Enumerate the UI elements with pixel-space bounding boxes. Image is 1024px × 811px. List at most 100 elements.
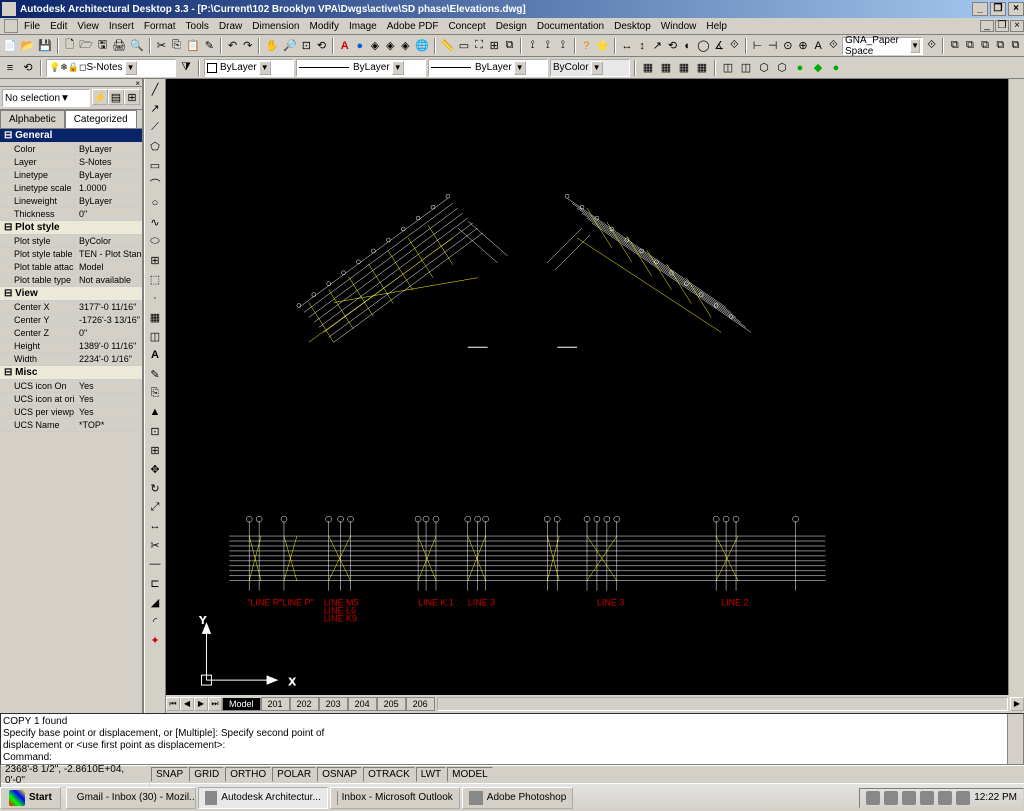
prop-row[interactable]: LinetypeByLayer [0, 169, 142, 182]
print-icon[interactable]: 🖨 [111, 38, 127, 54]
help-icon[interactable]: ? [580, 38, 593, 54]
zoom-rt-icon[interactable]: 🔎 [282, 38, 298, 54]
status-osnap[interactable]: OSNAP [317, 767, 362, 782]
tab-next-icon[interactable]: ▶ [194, 697, 208, 711]
mdi-minimize[interactable]: _ [980, 20, 994, 32]
match-icon[interactable]: ✎ [203, 38, 216, 54]
offset-icon[interactable]: ⊡ [147, 423, 163, 439]
status-otrack[interactable]: OTRACK [363, 767, 415, 782]
quickselect-icon[interactable]: ⚡ [92, 89, 108, 105]
system-tray[interactable]: 12:22 PM [859, 788, 1024, 808]
taskbar-task[interactable]: Adobe Photoshop [462, 787, 574, 809]
3d2-icon[interactable]: ◫ [738, 60, 754, 76]
prop-row[interactable]: UCS icon at originYes [0, 393, 142, 406]
vp1-icon[interactable]: ▦ [640, 60, 656, 76]
prop-icon[interactable]: ⛶ [473, 38, 486, 54]
dc-icon[interactable]: ⊞ [488, 38, 501, 54]
prop-row[interactable]: Linetype scale1.0000 [0, 182, 142, 195]
status-snap[interactable]: SNAP [151, 767, 188, 782]
3d5-icon[interactable]: ● [792, 60, 808, 76]
stretch-icon[interactable]: ↔ [147, 518, 163, 534]
layer-prev-icon[interactable]: ⟲ [20, 60, 36, 76]
ellipse-icon[interactable]: ⬭ [147, 233, 163, 249]
prop-group[interactable]: ⊟ Plot style [0, 221, 142, 235]
area-icon[interactable]: ▭ [457, 38, 470, 54]
tab-model[interactable]: Model [222, 698, 261, 711]
dim4-icon[interactable]: ⟲ [666, 38, 679, 54]
prop-row[interactable]: LineweightByLayer [0, 195, 142, 208]
lineweight-combo[interactable]: ByLayer▼ [428, 59, 548, 77]
prop-row[interactable]: Center Y-1726'-3 13/16" [0, 314, 142, 327]
mdi-restore[interactable]: ❐ [995, 20, 1009, 32]
region-icon[interactable]: ◫ [147, 328, 163, 344]
3d3-icon[interactable]: ⬡ [756, 60, 772, 76]
tray-icon-6[interactable] [956, 791, 970, 805]
prop-row[interactable]: Plot table typeNot available [0, 274, 142, 287]
tray-icon-4[interactable] [920, 791, 934, 805]
explode-icon[interactable]: ✦ [147, 632, 163, 648]
prop-row[interactable]: Width2234'-0 1/16" [0, 353, 142, 366]
erase-icon[interactable]: ✎ [147, 366, 163, 382]
fillet-icon[interactable]: ◜ [147, 613, 163, 629]
rect-icon[interactable]: ▭ [147, 157, 163, 173]
dist-icon[interactable]: 📏 [440, 38, 456, 54]
3d1-icon[interactable]: ◫ [720, 60, 736, 76]
prop-row[interactable]: Plot table attachedModel [0, 261, 142, 274]
tab-categorized[interactable]: Categorized [65, 110, 137, 128]
prop-group[interactable]: ⊟ Misc [0, 366, 142, 380]
adobe2-icon[interactable]: ◈ [384, 38, 397, 54]
mdi-close[interactable]: × [1010, 20, 1024, 32]
prop-row[interactable]: UCS icon OnYes [0, 380, 142, 393]
paperspace-combo[interactable]: GNA_Paper Space▼ [842, 37, 923, 55]
layerfilter-icon[interactable]: ⧩ [178, 60, 194, 76]
new2-icon[interactable]: 🗋 [63, 38, 76, 54]
adobe4-icon[interactable]: 🌐 [414, 38, 430, 54]
tray-icon-5[interactable] [938, 791, 952, 805]
clock[interactable]: 12:22 PM [974, 792, 1017, 803]
menu-design[interactable]: Design [496, 21, 527, 32]
vertical-scrollbar[interactable] [1008, 79, 1024, 695]
linetype-combo[interactable]: ByLayer▼ [296, 59, 426, 77]
dim12-icon[interactable]: ⊕ [796, 38, 809, 54]
dim7-icon[interactable]: ∡ [713, 38, 726, 54]
globe-icon[interactable]: ● [353, 38, 366, 54]
scale-icon[interactable]: ⤢ [147, 499, 163, 515]
tray-icon-1[interactable] [866, 791, 880, 805]
prop-row[interactable]: Center X3177'-0 11/16" [0, 301, 142, 314]
tab-alphabetic[interactable]: Alphabetic [0, 110, 65, 128]
rotate-icon[interactable]: ↻ [147, 480, 163, 496]
paste-icon[interactable]: 📋 [185, 38, 201, 54]
extend-icon[interactable]: — [147, 556, 163, 572]
tab-last-icon[interactable]: ⏭ [208, 697, 222, 711]
selectobj-icon[interactable]: ▤ [108, 89, 124, 105]
trim-icon[interactable]: ✂ [147, 537, 163, 553]
scroll-right-icon[interactable]: ▶ [1010, 697, 1024, 711]
menu-view[interactable]: View [77, 21, 99, 32]
menu-window[interactable]: Window [661, 21, 697, 32]
menu-image[interactable]: Image [349, 21, 377, 32]
cmd-scrollbar[interactable] [1007, 714, 1023, 764]
palette-close-icon[interactable]: × [0, 79, 142, 87]
preview-icon[interactable]: 🔍 [129, 38, 145, 54]
move-icon[interactable]: ✥ [147, 461, 163, 477]
close-button[interactable]: × [1008, 2, 1024, 16]
zoom-win-icon[interactable]: ⊡ [300, 38, 313, 54]
hatch-icon[interactable]: ▦ [147, 309, 163, 325]
status-ortho[interactable]: ORTHO [225, 767, 271, 782]
cut-icon[interactable]: ✂ [155, 38, 168, 54]
ucs2-icon[interactable]: ⟟ [541, 38, 554, 54]
selection-combo[interactable]: No selection▼ [2, 89, 90, 107]
text-icon[interactable]: A [147, 347, 163, 363]
start-button[interactable]: Start [0, 787, 61, 809]
status-lwt[interactable]: LWT [416, 767, 446, 782]
color-combo[interactable]: ByLayer▼ [204, 59, 294, 77]
menu-draw[interactable]: Draw [219, 21, 242, 32]
mirror-icon[interactable]: ▲ [147, 404, 163, 420]
menu-dimension[interactable]: Dimension [252, 21, 299, 32]
dim14-icon[interactable]: ⟐ [827, 38, 840, 54]
ucs-icon[interactable]: ⟟ [526, 38, 539, 54]
dim2-icon[interactable]: ↕ [636, 38, 649, 54]
tab-205[interactable]: 205 [377, 697, 406, 711]
tab-201[interactable]: 201 [261, 697, 290, 711]
restore-button[interactable]: ❐ [990, 2, 1006, 16]
